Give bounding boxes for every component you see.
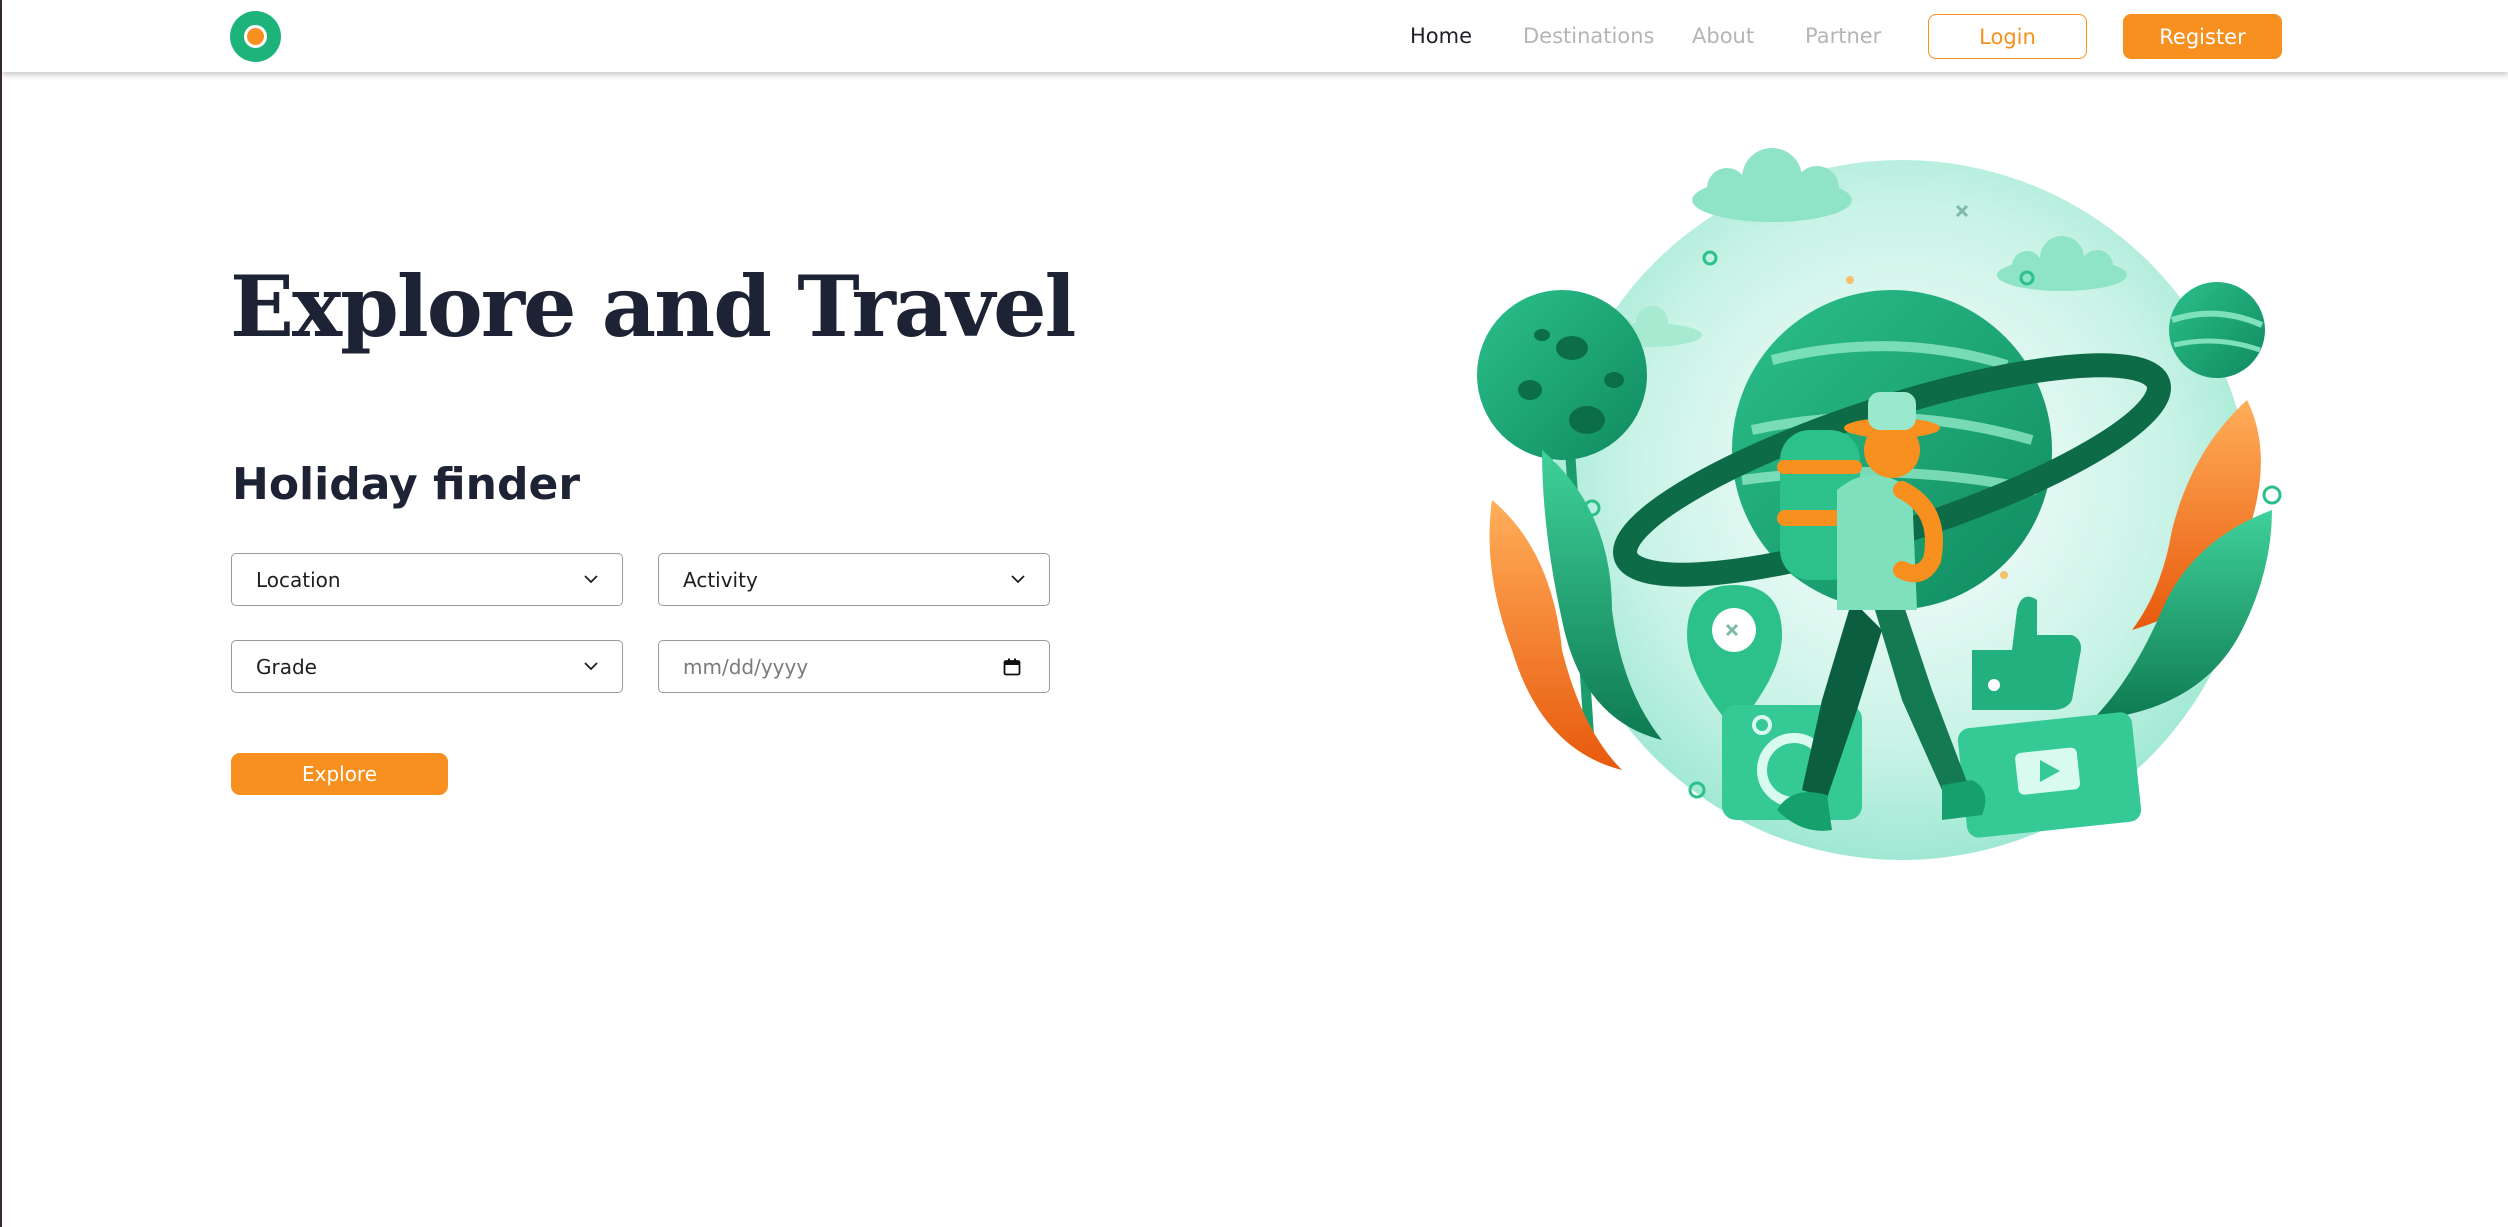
- login-button[interactable]: Login: [1928, 14, 2087, 59]
- date-input-placeholder: mm/dd/yyyy: [683, 654, 809, 679]
- register-button[interactable]: Register: [2123, 14, 2282, 59]
- logo-inner-dot: [244, 25, 267, 48]
- holiday-finder-heading: Holiday finder: [232, 459, 581, 510]
- explore-button[interactable]: Explore: [231, 753, 448, 795]
- date-input[interactable]: mm/dd/yyyy: [658, 640, 1050, 693]
- cloud-icon: [1692, 148, 1852, 222]
- nav-link-home[interactable]: Home: [1410, 22, 1472, 50]
- page-title: Explore and Travel: [230, 257, 1076, 356]
- top-navbar: Home Destinations About Partner Login Re…: [2, 0, 2508, 72]
- nav-link-partner[interactable]: Partner: [1805, 22, 1881, 50]
- nav-link-destinations[interactable]: Destinations: [1523, 22, 1654, 50]
- chevron-down-icon: [584, 575, 598, 584]
- activity-select[interactable]: Activity: [658, 553, 1050, 606]
- chevron-down-icon: [584, 662, 598, 671]
- small-planet-icon: [2169, 282, 2265, 378]
- grade-select[interactable]: Grade: [231, 640, 623, 693]
- calendar-icon[interactable]: [1003, 658, 1021, 676]
- grade-select-value: Grade: [256, 654, 317, 679]
- location-select[interactable]: Location: [231, 553, 623, 606]
- traveler-planet-illustration: [1477, 148, 2282, 860]
- location-select-value: Location: [256, 567, 341, 592]
- activity-select-value: Activity: [683, 567, 758, 592]
- logo-icon[interactable]: [230, 11, 281, 62]
- chevron-down-icon: [1011, 575, 1025, 584]
- nav-link-about[interactable]: About: [1692, 22, 1754, 50]
